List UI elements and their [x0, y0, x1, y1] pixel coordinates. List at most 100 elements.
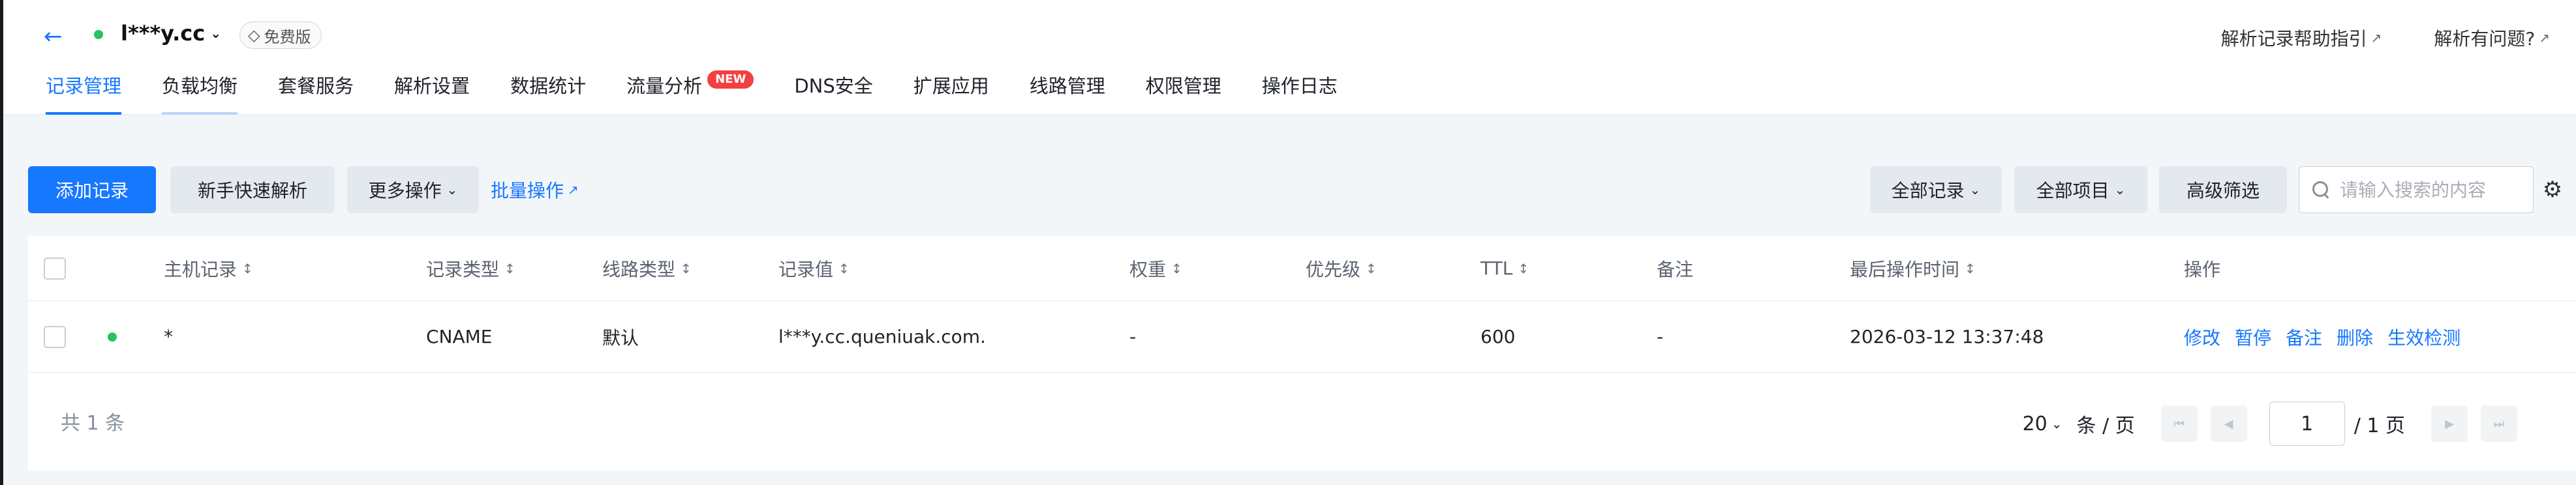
row-actions: 修改 暂停 备注 删除 生效检测 [2184, 301, 2461, 372]
help-guide-label: 解析记录帮助指引 [2220, 28, 2367, 50]
cell-weight: - [1129, 326, 1137, 347]
sort-icon: ↕ [1965, 260, 1976, 276]
col-weight[interactable]: 权重 ↕ [1129, 236, 1182, 301]
diamond-icon: ◇ [248, 26, 260, 44]
tab-plan-service[interactable]: 套餐服务 [278, 70, 354, 115]
col-label: 线路类型 [602, 258, 676, 280]
tab-label: 记录管理 [46, 75, 122, 97]
cell-remark: - [1657, 326, 1664, 347]
row-status-dot [108, 332, 117, 342]
tab-extensions[interactable]: 扩展应用 [913, 70, 989, 115]
tab-label: DNS安全 [794, 75, 873, 97]
pause-link[interactable]: 暂停 [2235, 324, 2271, 350]
page-header: ← l***y.cc ⌄ ◇ 免费版 解析记录帮助指引 ↗ 解析有问题? ↗ 记… [3, 0, 2576, 115]
col-line[interactable]: 线路类型 ↕ [602, 236, 692, 301]
page-size-select[interactable]: 20 ⌄ [2023, 413, 2062, 435]
records-table: 主机记录 ↕ 记录类型 ↕ 线路类型 ↕ 记录值 ↕ 权重 ↕ 优先级 ↕ TTL ↕ 备注 … [28, 236, 2576, 471]
col-last-op-time[interactable]: 最后操作时间 ↕ [1850, 236, 1976, 301]
plan-badge[interactable]: ◇ 免费版 [239, 22, 322, 49]
col-label: 记录值 [778, 258, 834, 280]
tab-permissions[interactable]: 权限管理 [1146, 70, 1221, 115]
cell-type: CNAME [426, 326, 493, 347]
pagination: 20 ⌄ 条 / 页 ⏮ ◀ / 1 页 ▶ ⏭ [2023, 402, 2524, 446]
more-actions-button[interactable]: 更多操作 ⌄ [347, 166, 479, 213]
tab-resolution-settings[interactable]: 解析设置 [394, 70, 470, 115]
next-page-icon[interactable]: ▶ [2431, 405, 2468, 442]
chevron-down-icon: ⌄ [2051, 416, 2062, 432]
domain-selector[interactable]: l***y.cc ⌄ [121, 21, 221, 46]
all-records-label: 全部记录 [1891, 180, 1965, 201]
chevron-down-icon: ⌄ [446, 182, 458, 198]
all-items-dropdown[interactable]: 全部项目 ⌄ [2014, 166, 2147, 213]
select-all-checkbox[interactable] [44, 257, 66, 280]
col-host[interactable]: 主机记录 ↕ [164, 236, 253, 301]
first-page-icon[interactable]: ⏮ [2160, 405, 2198, 442]
help-guide-link[interactable]: 解析记录帮助指引 ↗ [2221, 25, 2382, 51]
row-checkbox[interactable] [44, 325, 66, 348]
batch-ops-label: 批量操作 [491, 180, 564, 201]
col-label: TTL [1480, 257, 1513, 279]
back-arrow-icon[interactable]: ← [44, 22, 72, 51]
tab-load-balancing[interactable]: 负载均衡 [162, 70, 238, 115]
remark-link[interactable]: 备注 [2286, 324, 2322, 350]
per-page-label: 条 / 页 [2076, 415, 2135, 437]
table-header: 主机记录 ↕ 记录类型 ↕ 线路类型 ↕ 记录值 ↕ 权重 ↕ 优先级 ↕ TTL ↕ 备注 … [28, 236, 2576, 301]
tab-operation-log[interactable]: 操作日志 [1262, 70, 1338, 115]
col-value[interactable]: 记录值 ↕ [778, 236, 850, 301]
page-number-input[interactable] [2269, 402, 2345, 446]
tab-dns-security[interactable]: DNS安全 [794, 70, 872, 115]
batch-ops-link[interactable]: 批量操作 ↗ [491, 166, 579, 213]
domain-name: l***y.cc [121, 21, 206, 46]
search-input[interactable] [2340, 179, 2490, 201]
quick-setup-button[interactable]: 新手快速解析 [170, 166, 335, 213]
tab-label: 负载均衡 [162, 75, 238, 97]
sort-icon: ↕ [838, 260, 850, 276]
sort-icon: ↕ [681, 260, 692, 276]
col-label: 记录类型 [426, 258, 500, 280]
search-box [2299, 166, 2534, 213]
last-page-icon[interactable]: ⏭ [2481, 405, 2517, 442]
cell-line: 默认 [602, 327, 639, 349]
total-pages-label: / 1 页 [2354, 415, 2405, 437]
problem-link[interactable]: 解析有问题? ↗ [2434, 25, 2550, 51]
gear-icon[interactable]: ⚙ [2541, 178, 2564, 201]
tab-label: 数据统计 [510, 75, 587, 97]
col-priority[interactable]: 优先级 ↕ [1306, 236, 1377, 301]
tab-traffic-analysis[interactable]: 流量分析 NEW [626, 70, 754, 115]
tab-label: 解析设置 [394, 75, 470, 97]
tab-label: 套餐服务 [278, 75, 354, 97]
cell-value: l***y.cc.queniuak.com. [778, 326, 986, 347]
cell-ttl: 600 [1480, 326, 1516, 347]
external-link-icon: ↗ [2539, 30, 2550, 46]
modify-link[interactable]: 修改 [2184, 324, 2220, 350]
delete-link[interactable]: 删除 [2337, 324, 2373, 350]
search-icon [2312, 181, 2329, 198]
external-link-icon: ↗ [568, 182, 579, 198]
col-label: 备注 [1657, 258, 1694, 280]
col-type[interactable]: 记录类型 ↕ [426, 236, 515, 301]
sort-icon: ↕ [242, 260, 253, 276]
prev-page-icon[interactable]: ◀ [2210, 405, 2247, 442]
toolbar: 添加记录 新手快速解析 更多操作 ⌄ 批量操作 ↗ 全部记录 ⌄ 全部项目 ⌄ … [28, 166, 2576, 214]
tab-statistics[interactable]: 数据统计 [510, 70, 586, 115]
total-count: 共 1 条 [61, 412, 125, 435]
col-label: 最后操作时间 [1850, 258, 1960, 280]
tab-label: 流量分析 [626, 75, 703, 97]
sort-icon: ↕ [1518, 260, 1529, 276]
tab-label: 权限管理 [1145, 75, 1221, 97]
col-actions: 操作 [2184, 236, 2220, 301]
col-label: 主机记录 [164, 258, 238, 280]
page-size-value: 20 [2022, 412, 2047, 435]
chevron-down-icon: ⌄ [1969, 182, 1981, 198]
add-record-button[interactable]: 添加记录 [28, 166, 156, 213]
new-badge: NEW [707, 70, 754, 89]
table-footer: 共 1 条 20 ⌄ 条 / 页 ⏮ ◀ / 1 页 ▶ ⏭ [28, 373, 2576, 471]
external-link-icon: ↗ [2370, 30, 2382, 46]
advanced-filter-button[interactable]: 高级筛选 [2159, 166, 2287, 213]
tab-record-management[interactable]: 记录管理 [46, 70, 122, 115]
all-records-dropdown[interactable]: 全部记录 ⌄ [1870, 166, 2002, 213]
check-link[interactable]: 生效检测 [2387, 324, 2461, 350]
col-ttl[interactable]: TTL ↕ [1480, 236, 1529, 301]
col-label: 操作 [2184, 258, 2221, 280]
tab-line-management[interactable]: 线路管理 [1030, 70, 1105, 115]
